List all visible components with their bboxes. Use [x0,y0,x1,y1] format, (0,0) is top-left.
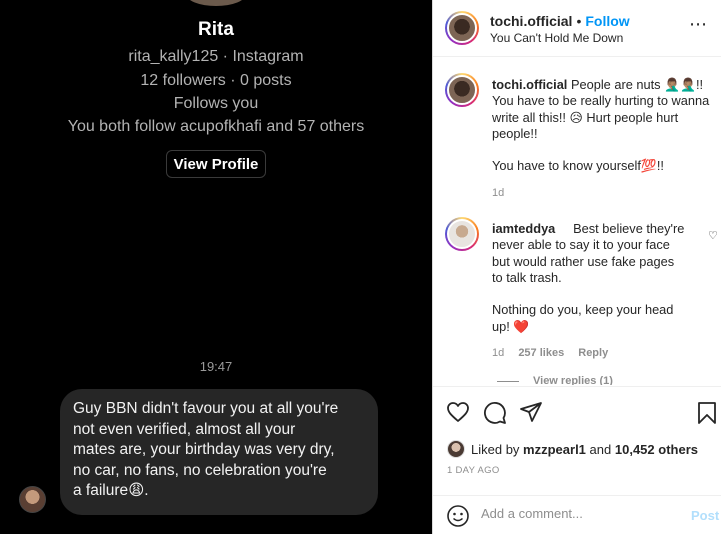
comment-meta: 1d 257 likes Reply [492,347,619,359]
heart-icon[interactable] [446,401,470,423]
liked-by-count[interactable]: 10,452 others [615,442,698,457]
post-actions: Liked by mzzpearl1 and 10,452 others 1 D… [433,386,721,486]
post-comment-button[interactable]: Post [691,508,719,523]
follow-button[interactable]: Follow [585,13,629,29]
liked-by-and: and [589,441,612,457]
comment-input[interactable] [481,506,681,521]
reply-button[interactable]: Reply [578,347,608,359]
post-author-row: tochi.official • Follow [490,13,630,29]
comment-likes[interactable]: 257 likes [518,347,564,359]
comment-line: write all this!! 😥 Hurt people hurt [492,109,679,125]
dm-message-line: not even verified, almost all your [73,420,296,438]
dm-message-line: Guy BBN didn't favour you at all you're [73,400,339,417]
liked-by-row: Liked by mzzpearl1 and 10,452 others [447,440,698,458]
comment-line: You have to know yourself💯!! [492,158,664,174]
dm-follows-line: Follows you [173,95,259,112]
header-dot: • [576,13,582,29]
comment-line-blank [492,286,707,302]
emoji-icon[interactable] [446,504,470,528]
comment-line: people!! [492,125,538,141]
profile-avatar [186,0,246,6]
comment-icon[interactable] [483,401,507,425]
liker-avatar[interactable] [447,440,465,458]
author-avatar[interactable] [445,11,479,45]
post-header: tochi.official • Follow You Can't Hold Me … [433,0,721,57]
comment-line: but would rather use fake pages [492,253,675,269]
more-horizontal-icon[interactable]: ⋯ [689,14,708,35]
comment-username[interactable]: tochi.official [492,77,567,92]
view-replies-button[interactable]: View replies (1) [533,375,613,385]
comment-line: Best believe they're [573,221,685,236]
dm-message-bubble: Guy BBN didn't favour you at all you're … [60,389,378,515]
comment-line: Nothing do you, keep your head [492,302,674,318]
comment-body: iamteddya Best believe they're never abl… [492,221,707,335]
dm-timestamp: 19:47 [199,359,233,374]
dm-message-line: a failure😩. [73,482,149,499]
comment-line-blank [492,142,720,158]
add-comment-bar: Post [433,495,721,534]
comment-line: You have to be really hurting to wanna [492,93,710,109]
sender-avatar[interactable] [19,486,46,513]
bookmark-icon[interactable] [697,401,717,425]
comment-line: up! ❤️ [492,318,530,334]
comment-meta: 1d [492,187,515,199]
post-date: 1 DAY AGO [447,465,500,476]
post-author-username[interactable]: tochi.official [490,13,572,29]
dm-message-line: no car, no fans, no celebration you're [73,461,327,479]
comment-line: never able to say it to your face [492,237,670,253]
dm-handle-line: rita_kally125 · Instagram [128,48,304,65]
view-profile-button[interactable]: View Profile [166,150,266,178]
dm-profile-name: Rita [198,19,234,40]
share-icon[interactable] [519,401,543,423]
comment-username[interactable]: iamteddya [492,221,555,236]
dm-stats-line: 12 followers · 0 posts [140,72,292,89]
comments-list: tochi.official People are nuts 🤦🏽‍♂️🤦🏽‍♂… [433,58,721,385]
dm-mutual-line: You both follow acupofkhafi and 57 other… [67,118,365,135]
dm-screenshot: Rita rita_kally125 · Instagram 12 follow… [0,0,432,534]
comment-line: People are nuts 🤦🏽‍♂️🤦🏽‍♂️!! [570,77,704,92]
comment-age: 1d [492,187,505,199]
liked-by-user[interactable]: mzzpearl1 [523,442,586,457]
liked-by-prefix: Liked by [471,441,520,457]
comment-avatar[interactable] [445,73,479,107]
comment-body: tochi.official People are nuts 🤦🏽‍♂️🤦🏽‍♂… [492,77,720,175]
comment-avatar[interactable] [445,217,479,251]
comment-line: to talk trash. [492,269,562,285]
comment-age: 1d [492,347,505,359]
dm-message-line: mates are, your birthday was very dry, [73,441,335,458]
comment-like-heart-icon[interactable]: ♡ [708,229,718,242]
post-audio-subtitle[interactable]: You Can't Hold Me Down [490,31,623,45]
post-panel: tochi.official • Follow You Can't Hold Me … [432,0,721,534]
